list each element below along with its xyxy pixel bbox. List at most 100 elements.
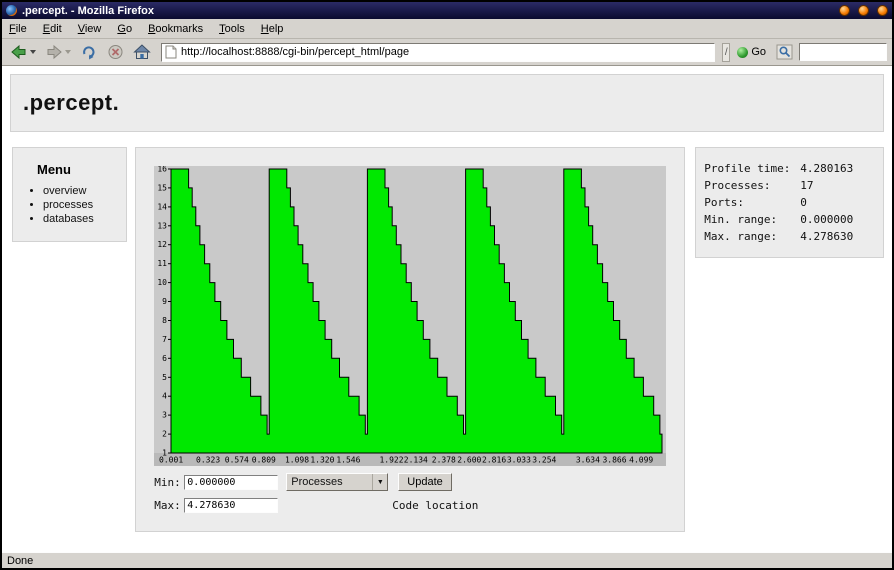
svg-text:14: 14 bbox=[158, 202, 168, 211]
page-title: .percept. bbox=[23, 90, 119, 115]
firefox-window: .percept. - Mozilla Firefox File Edit Vi… bbox=[0, 0, 894, 570]
page-header-box: .percept. bbox=[10, 74, 884, 132]
svg-text:4.099: 4.099 bbox=[629, 456, 653, 465]
back-arrow-icon bbox=[10, 44, 28, 60]
browser-viewport: .percept. Menu overview processes databa… bbox=[2, 66, 892, 552]
throbber-separator: / bbox=[722, 43, 730, 62]
maximize-icon[interactable] bbox=[858, 5, 869, 16]
menu-bookmarks[interactable]: Bookmarks bbox=[148, 23, 203, 35]
stop-button[interactable] bbox=[104, 41, 127, 64]
svg-text:0.809: 0.809 bbox=[252, 456, 276, 465]
page-icon bbox=[165, 45, 177, 59]
process-activity-chart[interactable]: 123456789101112131415160.0010.3230.5740.… bbox=[154, 166, 666, 466]
svg-text:10: 10 bbox=[158, 278, 168, 287]
back-dropdown-icon bbox=[30, 50, 36, 54]
stop-icon bbox=[107, 44, 124, 60]
max-row: Max: Code location bbox=[154, 498, 666, 513]
svg-text:16: 16 bbox=[158, 166, 168, 174]
svg-text:5: 5 bbox=[162, 373, 167, 382]
sidebar-menu: Menu overview processes databases bbox=[12, 147, 127, 242]
minimize-icon[interactable] bbox=[839, 5, 850, 16]
svg-text:9: 9 bbox=[162, 297, 167, 306]
menu-help[interactable]: Help bbox=[261, 23, 284, 35]
url-input[interactable] bbox=[181, 46, 711, 58]
code-location-link[interactable]: Code location bbox=[392, 499, 478, 512]
titlebar[interactable]: .percept. - Mozilla Firefox bbox=[2, 2, 892, 19]
go-icon bbox=[737, 47, 748, 58]
svg-text:12: 12 bbox=[158, 240, 168, 249]
menu-bar: File Edit View Go Bookmarks Tools Help bbox=[2, 19, 892, 39]
sidebar-menu-list: overview processes databases bbox=[43, 185, 118, 225]
forward-arrow-icon bbox=[45, 44, 63, 60]
sidebar-menu-heading: Menu bbox=[37, 162, 118, 177]
reload-button[interactable] bbox=[77, 41, 101, 64]
svg-text:2.600: 2.600 bbox=[458, 456, 482, 465]
menu-view[interactable]: View bbox=[78, 23, 102, 35]
svg-text:2.816: 2.816 bbox=[482, 456, 506, 465]
plot-type-select[interactable]: Processes ▼ bbox=[286, 473, 388, 491]
status-text: Done bbox=[7, 555, 33, 567]
window-title: .percept. - Mozilla Firefox bbox=[22, 5, 831, 17]
svg-text:1.098: 1.098 bbox=[285, 456, 309, 465]
magnifier-icon bbox=[776, 44, 793, 60]
back-button[interactable] bbox=[7, 41, 39, 64]
svg-text:3.254: 3.254 bbox=[533, 456, 557, 465]
svg-text:0.323: 0.323 bbox=[196, 456, 220, 465]
min-input[interactable] bbox=[184, 475, 278, 490]
navigation-toolbar: / Go bbox=[2, 39, 892, 66]
svg-text:1.320: 1.320 bbox=[311, 456, 335, 465]
info-profile-time: Profile time: 4.280163 bbox=[704, 162, 875, 175]
svg-text:1.546: 1.546 bbox=[337, 456, 361, 465]
svg-text:6: 6 bbox=[162, 354, 167, 363]
go-label: Go bbox=[751, 46, 766, 58]
profile-info-box: Profile time: 4.280163 Processes: 17 Por… bbox=[695, 147, 884, 258]
min-label: Min: bbox=[154, 476, 184, 489]
search-button[interactable] bbox=[773, 41, 796, 64]
svg-text:2: 2 bbox=[162, 430, 167, 439]
info-max-range: Max. range: 4.278630 bbox=[704, 230, 875, 243]
max-label: Max: bbox=[154, 499, 184, 512]
forward-dropdown-icon bbox=[65, 50, 71, 54]
go-button[interactable]: Go bbox=[733, 41, 770, 64]
svg-text:0.001: 0.001 bbox=[159, 456, 183, 465]
svg-text:15: 15 bbox=[158, 183, 168, 192]
search-input[interactable] bbox=[799, 43, 887, 61]
svg-text:13: 13 bbox=[158, 221, 168, 230]
svg-text:4: 4 bbox=[162, 392, 167, 401]
sidebar-item-overview[interactable]: overview bbox=[43, 185, 118, 197]
svg-text:3.634: 3.634 bbox=[576, 456, 600, 465]
max-input[interactable] bbox=[184, 498, 278, 513]
url-bar[interactable] bbox=[161, 43, 715, 62]
forward-button[interactable] bbox=[42, 41, 74, 64]
svg-text:3.033: 3.033 bbox=[507, 456, 531, 465]
status-bar: Done bbox=[2, 552, 892, 568]
content-row: Menu overview processes databases 12 3 4 5 6… bbox=[10, 147, 884, 532]
svg-text:2.134: 2.134 bbox=[404, 456, 428, 465]
svg-text:3: 3 bbox=[162, 411, 167, 420]
close-icon[interactable] bbox=[877, 5, 888, 16]
svg-text:0.574: 0.574 bbox=[225, 456, 249, 465]
sidebar-item-processes[interactable]: processes bbox=[43, 199, 118, 211]
svg-text:3.866: 3.866 bbox=[603, 456, 627, 465]
min-row: Min: Processes ▼ Update bbox=[154, 473, 666, 491]
chevron-down-icon: ▼ bbox=[372, 474, 387, 490]
info-ports: Ports: 0 bbox=[704, 196, 875, 209]
sidebar-item-databases[interactable]: databases bbox=[43, 213, 118, 225]
plot-type-selected-value: Processes bbox=[291, 476, 342, 488]
update-button[interactable]: Update bbox=[398, 473, 451, 491]
menu-tools[interactable]: Tools bbox=[219, 23, 245, 35]
menu-file[interactable]: File bbox=[9, 23, 27, 35]
svg-text:1.922: 1.922 bbox=[380, 456, 404, 465]
info-processes: Processes: 17 bbox=[704, 179, 875, 192]
svg-text:11: 11 bbox=[158, 259, 168, 268]
home-button[interactable] bbox=[130, 41, 154, 64]
firefox-app-icon bbox=[6, 5, 17, 16]
chart-panel: 123456789101112131415160.0010.3230.5740.… bbox=[135, 147, 685, 532]
svg-text:2.378: 2.378 bbox=[432, 456, 456, 465]
svg-text:7: 7 bbox=[162, 335, 167, 344]
home-icon bbox=[133, 44, 151, 60]
info-min-range: Min. range: 0.000000 bbox=[704, 213, 875, 226]
menu-go[interactable]: Go bbox=[117, 23, 132, 35]
menu-edit[interactable]: Edit bbox=[43, 23, 62, 35]
svg-text:8: 8 bbox=[162, 316, 167, 325]
